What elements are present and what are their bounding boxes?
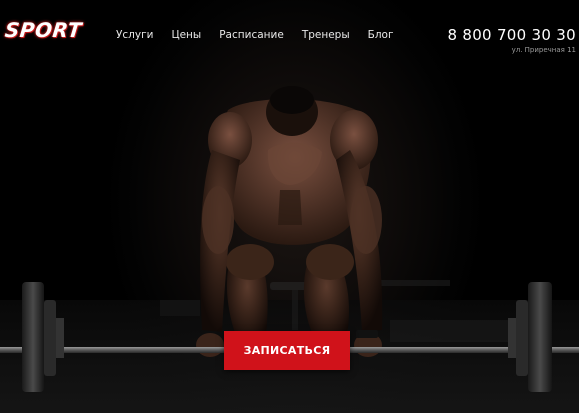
logo[interactable]: SPORT <box>4 18 83 42</box>
nav-item-schedule[interactable]: Расписание <box>219 30 284 41</box>
nav-item-services[interactable]: Услуги <box>116 30 153 41</box>
signup-button[interactable]: ЗАПИСАТЬСЯ <box>224 331 350 370</box>
main-nav: Услуги Цены Расписание Тренеры Блог <box>116 30 394 41</box>
site-header: SPORT Услуги Цены Расписание Тренеры Бло… <box>0 0 579 62</box>
phone-number[interactable]: 8 800 700 30 30 <box>447 28 576 43</box>
nav-item-blog[interactable]: Блог <box>368 30 394 41</box>
contact-block: 8 800 700 30 30 ул. Приречная 11 <box>447 28 576 54</box>
nav-item-prices[interactable]: Цены <box>171 30 201 41</box>
nav-item-trainers[interactable]: Тренеры <box>302 30 350 41</box>
address: ул. Приречная 11 <box>511 46 576 54</box>
landing-page: SPORT Услуги Цены Расписание Тренеры Бло… <box>0 0 579 413</box>
